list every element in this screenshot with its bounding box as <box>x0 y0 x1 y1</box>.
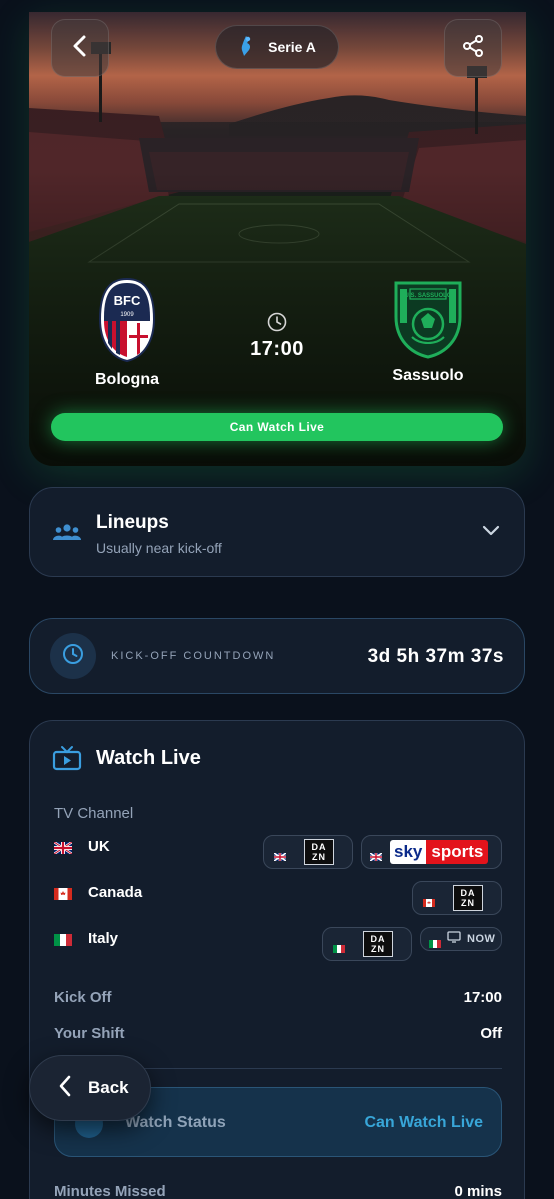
italy-flag-icon <box>54 933 72 946</box>
kick-off-value: 17:00 <box>463 989 502 1006</box>
can-watch-live-label: Can Watch Live <box>229 420 325 434</box>
dazn-logo-icon: DA ZN <box>453 885 483 911</box>
chevron-left-icon <box>70 34 90 63</box>
league-badge[interactable]: Serie A <box>215 25 339 69</box>
chevron-down-icon[interactable] <box>482 524 500 542</box>
lineups-title: Lineups <box>96 512 169 533</box>
now-label: NOW <box>467 933 496 945</box>
channel-dazn-uk[interactable]: DA ZN <box>263 835 353 869</box>
kickoff-time: 17:00 <box>250 338 304 360</box>
minutes-missed-label: Minutes Missed <box>54 1183 166 1199</box>
bologna-crest-icon: BFC 1909 <box>57 277 197 363</box>
canada-flag-icon <box>423 894 435 907</box>
away-team[interactable]: U.S. SASSUOLO Sassuolo <box>358 277 498 385</box>
clock-icon <box>61 642 85 671</box>
watch-live-title: Watch Live <box>96 747 201 769</box>
channel-now-italy[interactable]: NOW <box>420 927 502 951</box>
chevron-left-icon <box>58 1075 72 1102</box>
people-icon <box>52 522 82 547</box>
minutes-missed-row: Minutes Missed 0 mins <box>54 1183 502 1199</box>
kick-off-row: Kick Off 17:00 <box>54 989 502 1006</box>
kick-off-label: Kick Off <box>54 989 112 1006</box>
channel-sky-sports-uk[interactable]: sky sports <box>361 835 502 869</box>
countdown-value: 3d 5h 37m 37s <box>367 646 504 667</box>
country-row-uk: UK <box>53 838 110 855</box>
match-hero: Serie A BFC 1909 Bologna 17:00 U.S. SASS… <box>29 12 526 466</box>
watch-status-label: Watch Status <box>125 1114 226 1131</box>
lineups-card[interactable]: Lineups Usually near kick-off <box>29 487 525 577</box>
sky-sports-logo-icon: sky sports <box>390 840 489 864</box>
channel-dazn-canada[interactable]: DA ZN <box>412 881 502 915</box>
countdown-card: KICK-OFF COUNTDOWN 3d 5h 37m 37s <box>29 618 525 694</box>
serie-a-logo-icon <box>238 35 254 60</box>
dazn-logo-icon: DA ZN <box>304 839 334 865</box>
italy-flag-icon <box>333 940 345 953</box>
uk-flag-icon <box>53 840 73 855</box>
country-name: UK <box>88 838 110 855</box>
minutes-missed-value: 0 mins <box>454 1183 502 1199</box>
tv-channel-label: TV Channel <box>54 805 134 822</box>
channel-dazn-italy[interactable]: DA ZN <box>322 927 412 961</box>
kickoff-block: 17:00 <box>227 312 327 361</box>
share-button[interactable] <box>444 19 502 77</box>
countdown-label: KICK-OFF COUNTDOWN <box>111 650 276 662</box>
shift-label: Your Shift <box>54 1025 125 1042</box>
back-label: Back <box>88 1078 129 1097</box>
country-name: Italy <box>88 930 119 947</box>
away-team-name: Sassuolo <box>392 367 464 384</box>
shift-row: Your Shift Off <box>54 1025 502 1042</box>
share-icon <box>461 34 485 63</box>
italy-flag-icon <box>429 935 441 948</box>
can-watch-live-button[interactable]: Can Watch Live <box>51 413 503 441</box>
league-name: Serie A <box>268 39 316 55</box>
monitor-icon <box>447 930 461 948</box>
away-crest-text: U.S. SASSUOLO <box>404 293 451 299</box>
home-crest-text: BFC <box>114 293 141 308</box>
countdown-icon-wrap <box>50 633 96 679</box>
clock-icon <box>227 312 327 332</box>
hero-overlay <box>29 12 526 466</box>
tv-icon <box>52 745 82 776</box>
watch-status-value: Can Watch Live <box>364 1114 483 1131</box>
uk-flag-icon <box>273 848 287 862</box>
home-crest-year: 1909 <box>120 312 134 318</box>
country-row-italy: Italy <box>54 930 118 947</box>
floating-back-button[interactable]: Back <box>29 1055 151 1121</box>
home-team-name: Bologna <box>95 371 159 388</box>
country-name: Canada <box>88 884 143 901</box>
home-team[interactable]: BFC 1909 Bologna <box>57 277 197 389</box>
canada-flag-icon <box>54 887 72 900</box>
dazn-logo-icon: DA ZN <box>363 931 393 957</box>
watch-live-card: Watch Live TV Channel UK DA ZN sky sports … <box>29 720 525 1199</box>
sassuolo-crest-icon: U.S. SASSUOLO <box>358 277 498 359</box>
uk-flag-icon <box>369 848 383 862</box>
country-row-canada: Canada <box>54 884 142 901</box>
shift-value: Off <box>480 1025 502 1042</box>
lineups-subtitle: Usually near kick-off <box>96 540 222 556</box>
back-button[interactable] <box>51 19 109 77</box>
